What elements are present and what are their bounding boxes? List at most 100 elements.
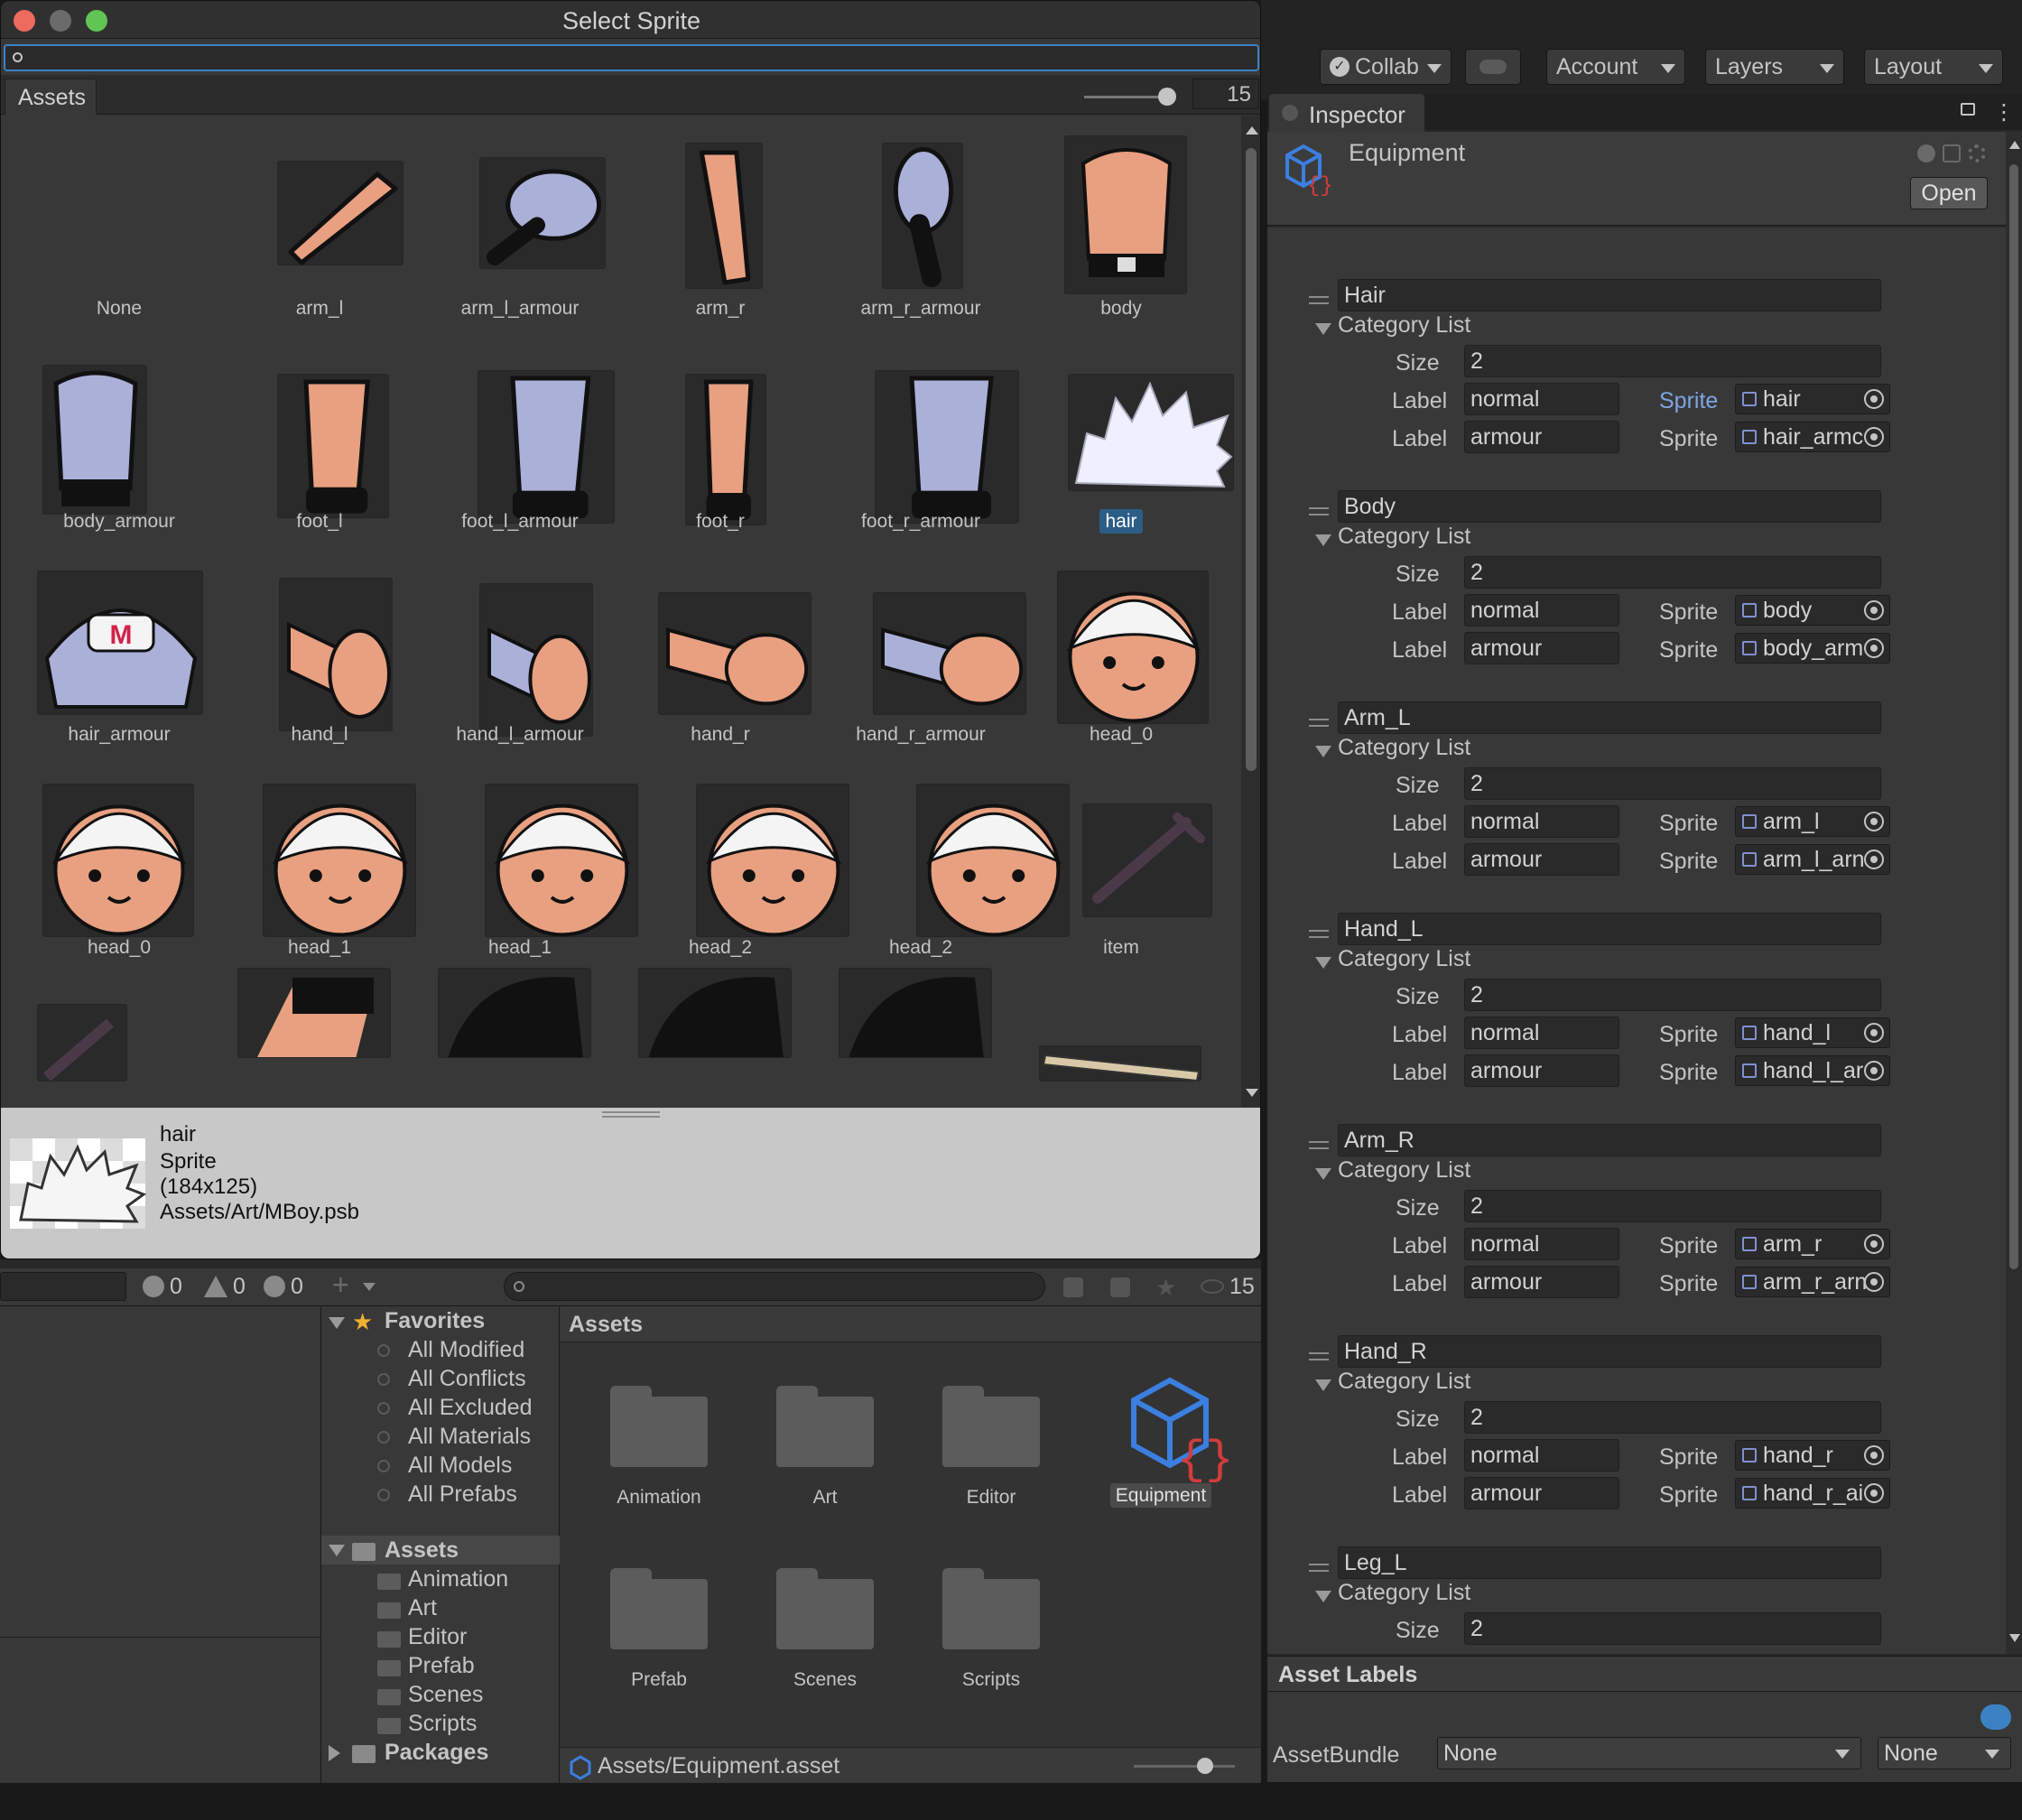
sprite-thumbnail[interactable]	[37, 1004, 127, 1082]
expand-triangle-icon[interactable]	[1315, 1168, 1331, 1180]
asset-folder-item[interactable]: Scripts	[408, 1711, 477, 1737]
sprite-tile[interactable]: head_2	[620, 755, 849, 968]
object-picker-icon[interactable]	[1864, 389, 1884, 409]
sprite-tile[interactable]: head_0	[19, 755, 219, 968]
reorder-handle-icon[interactable]	[1309, 1352, 1329, 1360]
sprite-thumbnail[interactable]	[638, 968, 792, 1058]
inspector-scrollbar[interactable]	[2006, 132, 2022, 1654]
expand-triangle-icon[interactable]	[329, 1545, 345, 1556]
label-field[interactable]: armour	[1464, 1477, 1619, 1509]
assetbundle-variant-dropdown[interactable]: None	[1878, 1737, 2011, 1769]
sprite-tile[interactable]: None	[19, 116, 219, 329]
sprite-object-field[interactable]: hand_l_ar	[1735, 1055, 1890, 1086]
object-picker-icon[interactable]	[1864, 1023, 1884, 1043]
label-field[interactable]: armour	[1464, 843, 1619, 876]
object-picker-icon[interactable]	[1864, 1061, 1884, 1081]
folder-icon[interactable]	[942, 1568, 1040, 1649]
expand-triangle-icon[interactable]	[1315, 1591, 1331, 1602]
sprite-object-field[interactable]: hair	[1735, 384, 1890, 414]
sprite-tile[interactable]: hand_l_armour	[420, 542, 620, 755]
asset-folder-item[interactable]: Prefab	[408, 1653, 475, 1679]
sprite-grid-scroll-thumb[interactable]	[1246, 148, 1257, 771]
object-picker-icon[interactable]	[1864, 1234, 1884, 1254]
collapse-triangle-icon[interactable]	[329, 1745, 340, 1761]
category-name-field[interactable]: Leg_L	[1338, 1546, 1881, 1579]
expand-triangle-icon[interactable]	[1315, 323, 1331, 335]
assetbundle-dropdown[interactable]: None	[1437, 1737, 1861, 1769]
sprite-search-field[interactable]	[31, 48, 1240, 68]
asset-folder-item[interactable]: Scenes	[408, 1682, 483, 1708]
open-button[interactable]: Open	[1910, 177, 1988, 209]
object-picker-icon[interactable]	[1864, 1272, 1884, 1292]
layout-button[interactable]: Layout	[1864, 49, 2003, 85]
asset-folder-item[interactable]: Editor	[408, 1624, 467, 1650]
favorite-icon[interactable]: ★	[1155, 1274, 1176, 1302]
assets-tree-label[interactable]: Assets	[385, 1537, 459, 1564]
sprite-tile[interactable]: foot_l_armour	[420, 329, 620, 542]
sprite-tile[interactable]: body_armour	[19, 329, 219, 542]
sprite-tile[interactable]: foot_r_armour	[821, 329, 1021, 542]
label-field[interactable]: normal	[1464, 383, 1619, 415]
sprite-tile[interactable]: hand_r_armour	[821, 542, 1026, 755]
packages-tree-label[interactable]: Packages	[385, 1740, 488, 1766]
size-field[interactable]: 2	[1464, 556, 1881, 589]
folder-label[interactable]: Scenes	[753, 1669, 897, 1691]
favorite-item[interactable]: All Excluded	[408, 1395, 533, 1421]
zoom-slider-handle[interactable]	[1158, 88, 1176, 106]
object-picker-icon[interactable]	[1864, 600, 1884, 620]
chevron-down-icon[interactable]	[363, 1283, 376, 1291]
sprite-object-field[interactable]: arm_l	[1735, 806, 1890, 837]
category-name-field[interactable]: Hand_R	[1338, 1335, 1881, 1368]
layers-button[interactable]: Layers	[1705, 49, 1844, 85]
label-field[interactable]: normal	[1464, 1017, 1619, 1049]
label-field[interactable]: armour	[1464, 632, 1619, 664]
sprite-tile[interactable]: arm_l	[219, 116, 420, 329]
category-name-field[interactable]: Hand_L	[1338, 913, 1881, 945]
favorite-item[interactable]: All Models	[408, 1453, 512, 1479]
filter-label-icon[interactable]	[1110, 1277, 1130, 1297]
sprite-tile[interactable]: head_1	[219, 755, 420, 968]
reorder-handle-icon[interactable]	[1309, 507, 1329, 515]
sprite-tile[interactable]: foot_l	[219, 329, 420, 542]
sprite-tile[interactable]: foot_r	[620, 329, 821, 542]
filter-type-icon[interactable]	[1063, 1277, 1083, 1297]
folder-label[interactable]: Animation	[587, 1487, 731, 1509]
object-picker-icon[interactable]	[1864, 812, 1884, 831]
zoom-value-field[interactable]: 15	[1192, 79, 1259, 109]
sprite-object-field[interactable]: hand_r	[1735, 1440, 1890, 1471]
scriptable-object-icon[interactable]: {}	[1125, 1373, 1233, 1487]
sprite-tile[interactable]: body	[1021, 116, 1221, 329]
expand-triangle-icon[interactable]	[1315, 957, 1331, 969]
sprite-tile[interactable]: arm_r	[620, 116, 821, 329]
category-name-field[interactable]: Arm_L	[1338, 701, 1881, 734]
account-button[interactable]: Account	[1546, 49, 1685, 85]
category-name-field[interactable]: Hair	[1338, 279, 1881, 311]
sprite-tile[interactable]: hand_l	[219, 542, 420, 755]
favorite-item[interactable]: All Modified	[408, 1337, 524, 1363]
collab-button[interactable]: ✓ Collab	[1320, 49, 1452, 85]
object-picker-icon[interactable]	[1864, 1445, 1884, 1465]
preset-icon[interactable]	[1943, 144, 1961, 162]
kebab-menu-icon[interactable]: ⋮	[1993, 99, 2015, 125]
icon-size-slider[interactable]	[1134, 1758, 1235, 1774]
object-picker-icon[interactable]	[1864, 850, 1884, 869]
sprite-object-field[interactable]: body	[1735, 595, 1890, 626]
cloud-button[interactable]	[1465, 49, 1521, 85]
scroll-down-icon[interactable]	[1246, 1089, 1258, 1097]
sprite-grid-scrollbar[interactable]	[1241, 116, 1260, 1107]
favorite-item[interactable]: All Conflicts	[408, 1366, 526, 1392]
label-field[interactable]: armour	[1464, 1266, 1619, 1298]
add-icon[interactable]: +	[332, 1268, 349, 1302]
sprite-tile[interactable]: hand_r	[620, 542, 821, 755]
label-field[interactable]: normal	[1464, 1228, 1619, 1260]
size-field[interactable]: 2	[1464, 1190, 1881, 1222]
expand-triangle-icon[interactable]	[1315, 746, 1331, 757]
reorder-handle-icon[interactable]	[1309, 930, 1329, 938]
folder-icon[interactable]	[610, 1386, 708, 1467]
zoom-slider[interactable]	[1084, 88, 1176, 106]
sprite-tile[interactable]: head_1	[420, 755, 638, 968]
sprite-tile[interactable]: arm_l_armour	[420, 116, 620, 329]
reorder-handle-icon[interactable]	[1309, 719, 1329, 727]
sprite-search-input[interactable]	[4, 44, 1259, 71]
size-field[interactable]: 2	[1464, 767, 1881, 800]
